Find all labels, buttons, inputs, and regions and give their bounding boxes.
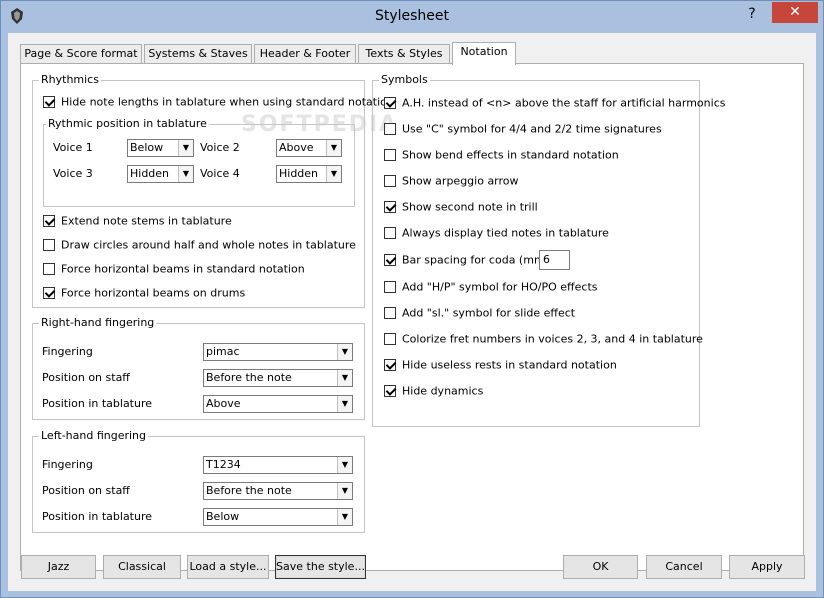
save-style-button[interactable]: Save the style... [275, 555, 366, 579]
checkbox-box[interactable] [384, 201, 396, 213]
right-hand-fingering-group: Right-hand fingering Fingering pimac ▼ Po… [32, 316, 365, 420]
title-bar: Stylesheet ? ✕ [1, 1, 823, 33]
checkbox-box[interactable] [384, 359, 396, 371]
help-button[interactable]: ? [739, 4, 765, 24]
tab-notation[interactable]: Notation [452, 42, 516, 65]
rythmic-position-group: Rythmic position in tablature Voice 1 Be… [43, 117, 355, 207]
symbol-coda-checkbox[interactable]: Bar spacing for coda (mm) [384, 253, 549, 269]
checkbox-box[interactable] [384, 175, 396, 187]
rythmic-position-label: Rythmic position in tablature [46, 117, 209, 130]
close-button[interactable]: ✕ [772, 2, 818, 23]
symbol-useless-rests-checkbox[interactable]: Hide useless rests in standard notation [384, 358, 617, 374]
hide-note-lengths-checkbox[interactable]: Hide note lengths in tablature when usin… [43, 95, 394, 111]
dropdown-arrow-icon: ▼ [337, 370, 352, 386]
voice1-select[interactable]: Below ▼ [127, 139, 194, 157]
symbol-ah-checkbox[interactable]: A.H. instead of <n> above the staff for … [384, 96, 725, 112]
notation-panel: SOFTPEDIA Rhythmics Hide note lengths in… [20, 63, 804, 571]
symbol-bend-checkbox[interactable]: Show bend effects in standard notation [384, 148, 619, 164]
checkbox-box[interactable] [384, 227, 396, 239]
rh-staff-select[interactable]: Before the note ▼ [203, 369, 353, 387]
coda-spacing-input[interactable]: 6 [539, 250, 570, 270]
help-icon: ? [748, 6, 756, 22]
rhythmics-group: Rhythmics Hide note lengths in tablature… [32, 73, 394, 308]
apply-button[interactable]: Apply [729, 555, 805, 579]
symbols-label: Symbols [379, 73, 430, 86]
checkbox-box[interactable] [384, 97, 396, 109]
lh-staff-label: Position on staff [42, 484, 130, 497]
jazz-button[interactable]: Jazz [21, 555, 96, 579]
voice4-select[interactable]: Hidden ▼ [276, 165, 342, 183]
window-title: Stylesheet [374, 8, 450, 24]
extend-note-stems-checkbox[interactable]: Extend note stems in tablature [43, 214, 232, 230]
voice4-label: Voice 4 [200, 167, 240, 180]
rh-tab-select[interactable]: Above ▼ [203, 395, 353, 413]
right-hand-label: Right-hand fingering [39, 316, 157, 329]
dropdown-arrow-icon: ▼ [337, 344, 352, 360]
lh-fingering-label: Fingering [42, 458, 93, 471]
close-icon: ✕ [789, 4, 801, 20]
checkbox-box[interactable] [384, 333, 396, 345]
tab-header-footer[interactable]: Header & Footer [254, 44, 356, 64]
dropdown-arrow-icon: ▼ [337, 483, 352, 499]
left-hand-fingering-group: Left-hand fingering Fingering T1234 ▼ Pos… [32, 429, 365, 533]
force-horizontal-std-checkbox[interactable]: Force horizontal beams in standard notat… [43, 262, 305, 278]
dropdown-arrow-icon: ▼ [326, 166, 341, 182]
symbol-slide-checkbox[interactable]: Add "sl." symbol for slide effect [384, 306, 575, 322]
symbol-trill-checkbox[interactable]: Show second note in trill [384, 200, 538, 216]
voice1-label: Voice 1 [53, 141, 93, 154]
dialog-client: Page & Score format Systems & Staves Hea… [8, 33, 816, 591]
tab-page-score-format[interactable]: Page & Score format [20, 44, 142, 64]
rh-tab-label: Position in tablature [42, 397, 153, 410]
checkbox-box[interactable] [384, 385, 396, 397]
checkbox-box[interactable] [384, 281, 396, 293]
symbol-c-time-checkbox[interactable]: Use "C" symbol for 4/4 and 2/2 time sign… [384, 122, 662, 138]
checkbox-box[interactable] [43, 96, 55, 108]
symbol-colorize-checkbox[interactable]: Colorize fret numbers in voices 2, 3, an… [384, 332, 703, 348]
checkbox-box[interactable] [384, 307, 396, 319]
stylesheet-window: Stylesheet ? ✕ Page & Score format Syste… [0, 0, 824, 598]
symbol-arpeggio-checkbox[interactable]: Show arpeggio arrow [384, 174, 519, 190]
symbol-dynamics-checkbox[interactable]: Hide dynamics [384, 384, 483, 400]
tab-systems-staves[interactable]: Systems & Staves [144, 44, 252, 64]
checkbox-box[interactable] [43, 239, 55, 251]
ok-button[interactable]: OK [563, 555, 638, 579]
tab-texts-styles[interactable]: Texts & Styles [358, 44, 450, 64]
voice2-select[interactable]: Above ▼ [276, 139, 342, 157]
lh-fingering-select[interactable]: T1234 ▼ [203, 456, 353, 474]
cancel-button[interactable]: Cancel [646, 555, 722, 579]
checkbox-box[interactable] [384, 254, 396, 266]
dropdown-arrow-icon: ▼ [178, 166, 193, 182]
dropdown-arrow-icon: ▼ [337, 509, 352, 525]
dropdown-arrow-icon: ▼ [178, 140, 193, 156]
rh-staff-label: Position on staff [42, 371, 130, 384]
checkbox-box[interactable] [384, 149, 396, 161]
dropdown-arrow-icon: ▼ [326, 140, 341, 156]
rh-fingering-select[interactable]: pimac ▼ [203, 343, 353, 361]
draw-circles-checkbox[interactable]: Draw circles around half and whole notes… [43, 238, 356, 254]
symbol-hp-checkbox[interactable]: Add "H/P" symbol for HO/PO effects [384, 280, 598, 296]
checkbox-box[interactable] [43, 215, 55, 227]
dropdown-arrow-icon: ▼ [337, 457, 352, 473]
lh-staff-select[interactable]: Before the note ▼ [203, 482, 353, 500]
checkbox-box[interactable] [384, 123, 396, 135]
load-style-button[interactable]: Load a style... [187, 555, 269, 579]
checkbox-box[interactable] [43, 263, 55, 275]
dropdown-arrow-icon: ▼ [337, 396, 352, 412]
classical-button[interactable]: Classical [103, 555, 181, 579]
left-hand-label: Left-hand fingering [39, 429, 149, 442]
voice3-select[interactable]: Hidden ▼ [127, 165, 194, 183]
rh-fingering-label: Fingering [42, 345, 93, 358]
voice3-label: Voice 3 [53, 167, 93, 180]
lh-tab-select[interactable]: Below ▼ [203, 508, 353, 526]
force-horizontal-drums-checkbox[interactable]: Force horizontal beams on drums [43, 286, 245, 302]
rhythmics-label: Rhythmics [39, 73, 101, 86]
symbol-tied-notes-checkbox[interactable]: Always display tied notes in tablature [384, 226, 609, 242]
symbols-group: Symbols A.H. instead of <n> above the st… [372, 73, 725, 427]
lh-tab-label: Position in tablature [42, 510, 153, 523]
checkbox-box[interactable] [43, 287, 55, 299]
voice2-label: Voice 2 [200, 141, 240, 154]
